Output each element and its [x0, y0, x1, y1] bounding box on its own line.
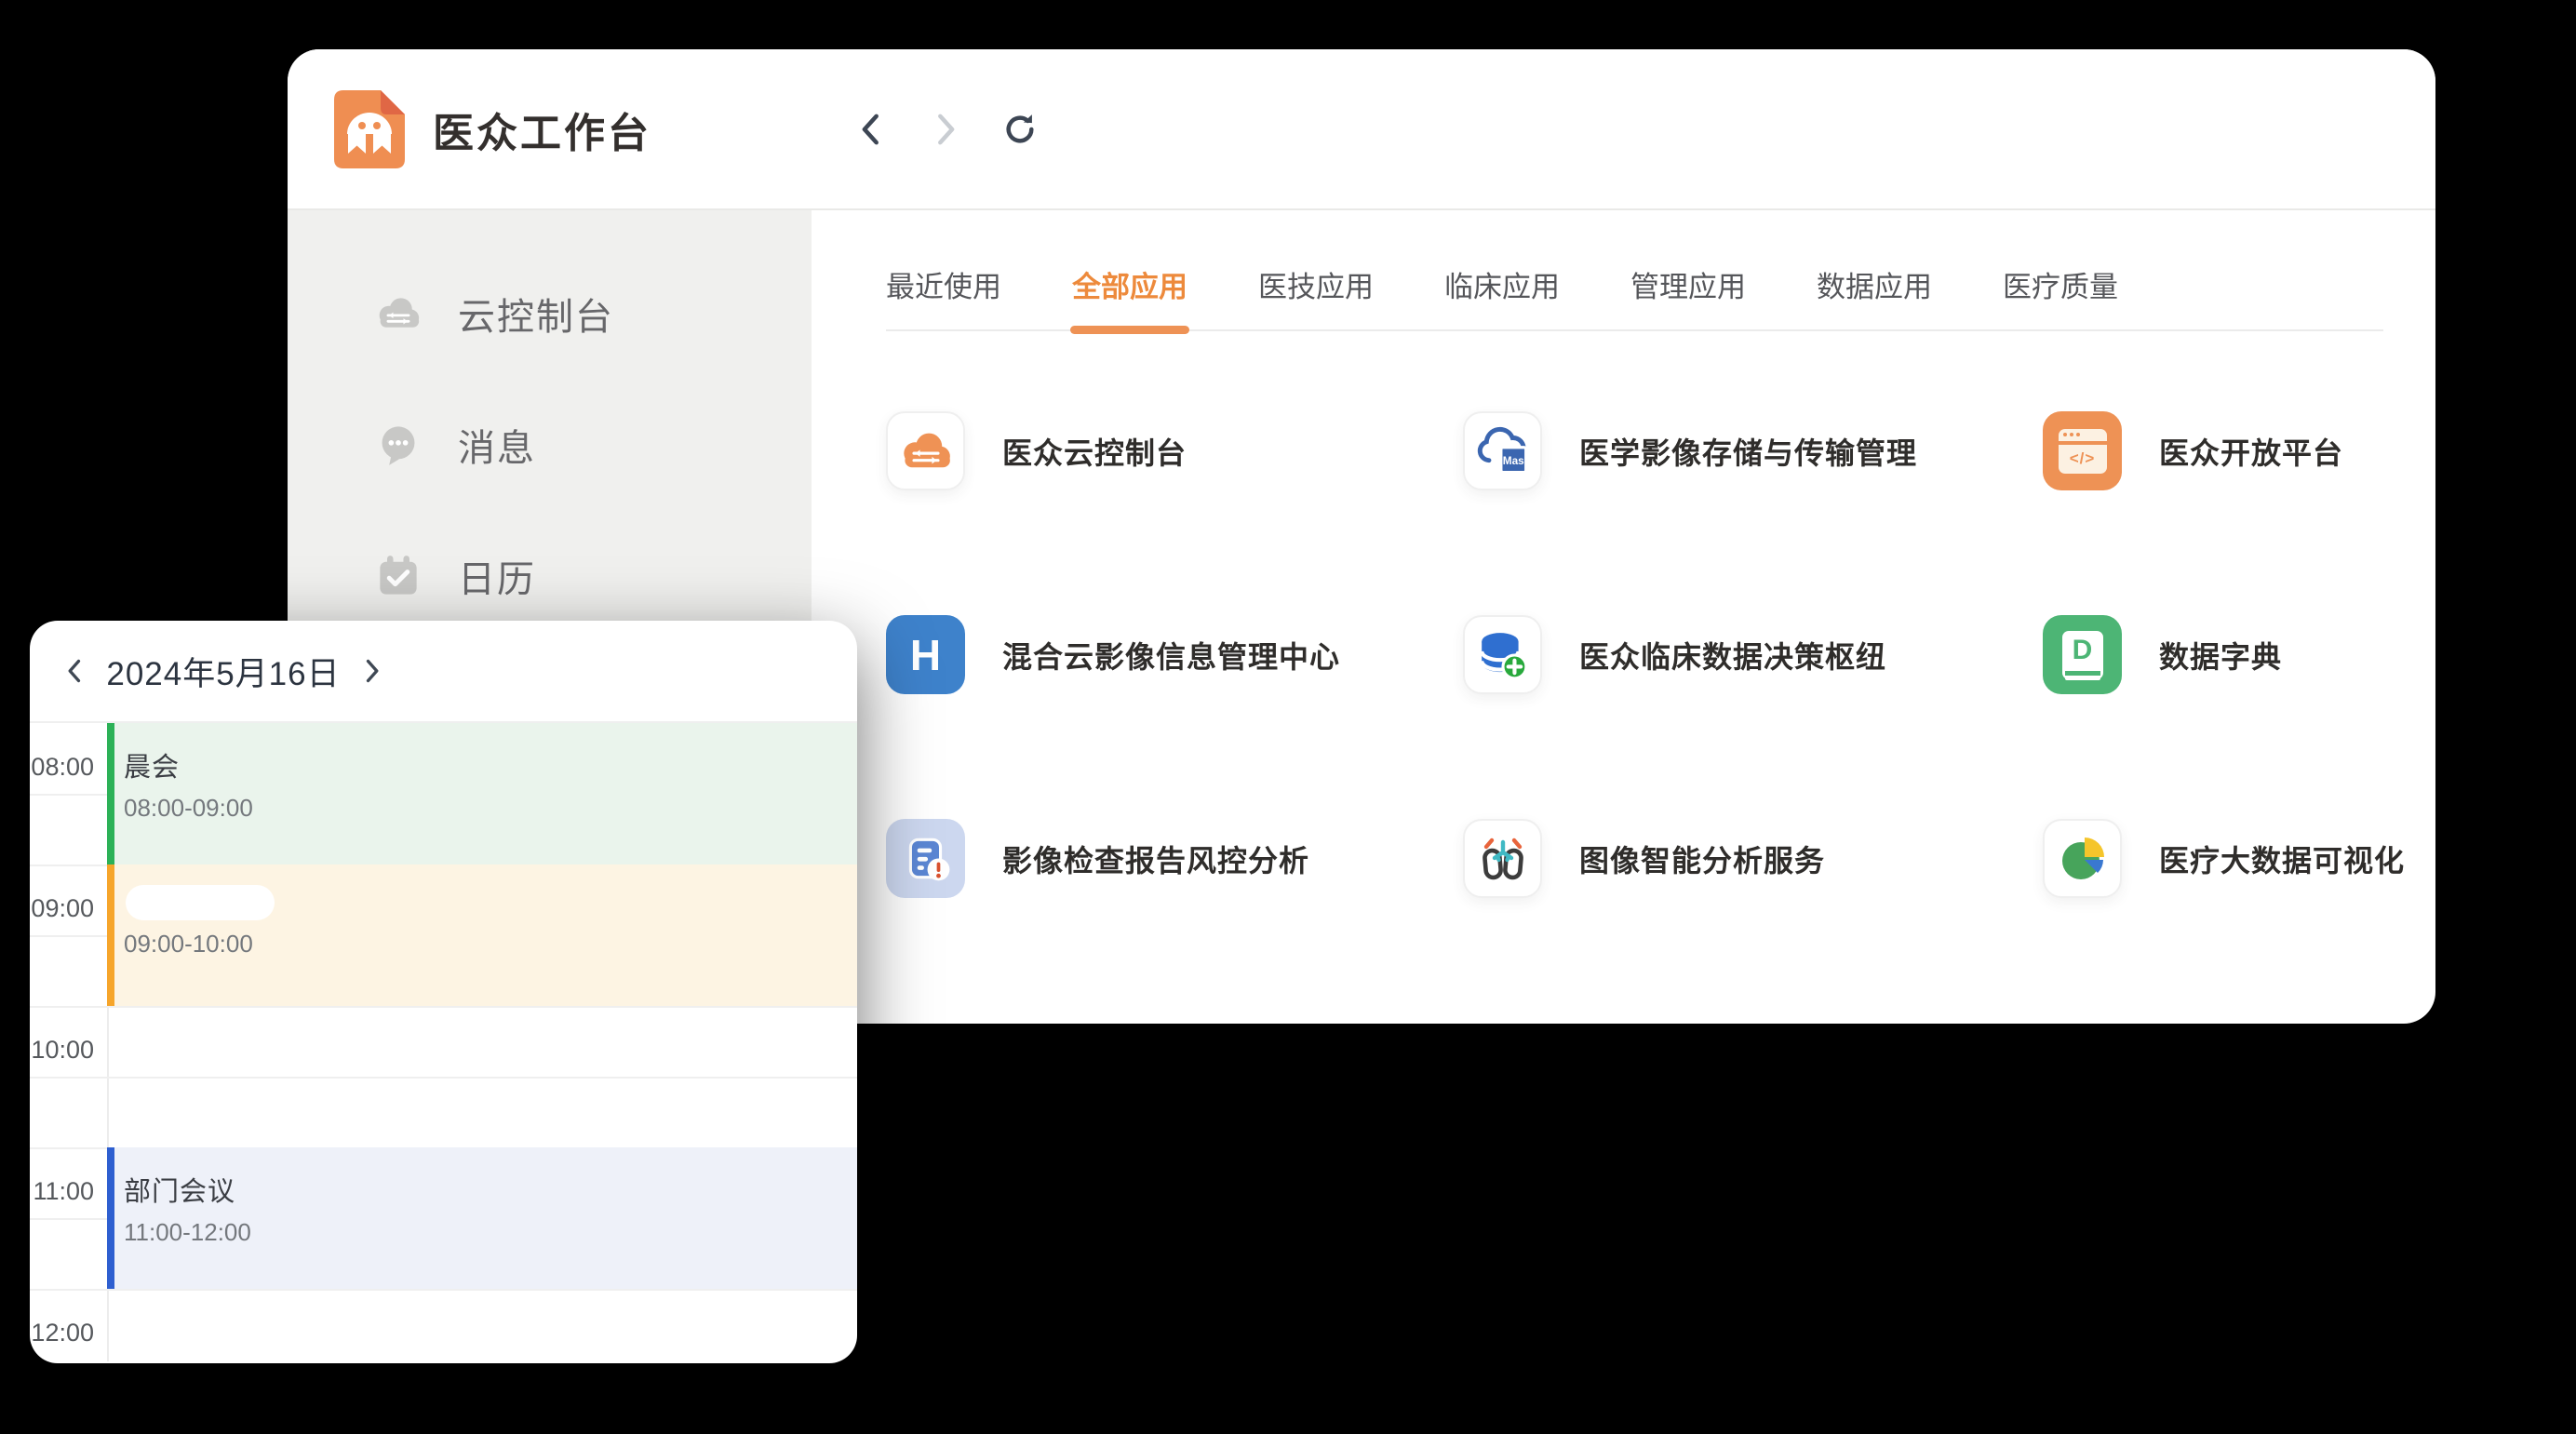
back-button[interactable] [850, 108, 892, 151]
calendar-body: 08:00 09:00 10:00 11:00 12:00 晨会 08:00-0… [30, 723, 857, 1361]
app-item-report-risk[interactable]: 影像检查报告风控分析 [886, 819, 1463, 898]
tab-data-apps[interactable]: 数据应用 [1817, 263, 1932, 329]
tab-bar: 最近使用 全部应用 医技应用 临床应用 管理应用 数据应用 医疗质量 [886, 210, 2383, 331]
chevron-left-icon [855, 111, 887, 148]
calendar-next-day-button[interactable] [350, 650, 393, 692]
calendar-event-redacted[interactable]: 09:00-10:00 [107, 864, 857, 1006]
forward-button[interactable] [924, 108, 967, 151]
event-time: 11:00-12:00 [124, 1218, 857, 1247]
window-header: 医众工作台 [288, 49, 2435, 210]
calendar-event-department-meeting[interactable]: 部门会议 11:00-12:00 [107, 1147, 857, 1289]
cloud-console-icon [900, 431, 952, 472]
lungs-analysis-icon [1477, 833, 1529, 885]
app-item-data-dictionary[interactable]: D 数据字典 [2043, 615, 2405, 694]
sidebar-item-cloud-console[interactable]: 云控制台 [288, 248, 812, 379]
message-icon [376, 422, 421, 467]
app-label: 数据字典 [2159, 634, 2282, 677]
data-dictionary-icon: D [2043, 615, 2122, 694]
time-label: 08:00 [30, 753, 94, 782]
time-label: 12:00 [30, 1319, 94, 1347]
event-time: 08:00-09:00 [124, 794, 857, 823]
window-title: 医众工作台 [433, 100, 654, 159]
nav-group [850, 108, 1041, 151]
tab-clinical-apps[interactable]: 临床应用 [1444, 263, 1560, 329]
app-label: 影像检查报告风控分析 [1002, 838, 1309, 880]
app-item-clinical-data-hub[interactable]: 医众临床数据决策枢纽 [1463, 615, 2043, 694]
app-label: 医众开放平台 [2159, 430, 2343, 473]
cloud-storage-icon: Mas [1476, 426, 1530, 476]
sidebar-item-messages[interactable]: 消息 [288, 379, 812, 510]
chevron-left-icon [62, 655, 88, 687]
tab-medtech-apps[interactable]: 医技应用 [1258, 263, 1374, 329]
sidebar-item-label: 消息 [458, 418, 536, 472]
content-area: 最近使用 全部应用 医技应用 临床应用 管理应用 数据应用 医疗质量 [812, 210, 2435, 1022]
clinical-database-icon [1477, 629, 1529, 681]
hybrid-cloud-icon: H [886, 615, 965, 694]
tab-all-apps[interactable]: 全部应用 [1072, 263, 1187, 329]
chevron-right-icon [930, 111, 961, 148]
time-label: 09:00 [30, 894, 94, 923]
report-risk-icon [900, 833, 952, 885]
redacted-event-title [126, 885, 275, 920]
calendar-prev-day-button[interactable] [54, 650, 97, 692]
app-item-open-platform[interactable]: </> 医众开放平台 [2043, 411, 2405, 490]
grid-line [30, 1077, 857, 1079]
open-platform-icon: </> [2043, 411, 2122, 490]
app-label: 图像智能分析服务 [1579, 838, 1825, 880]
refresh-icon [1000, 110, 1040, 149]
grid-line [30, 1289, 857, 1291]
tab-management-apps[interactable]: 管理应用 [1630, 263, 1746, 329]
pie-chart-icon [2057, 833, 2109, 885]
refresh-button[interactable] [999, 108, 1041, 151]
grid-line [30, 1006, 857, 1008]
app-label: 医疗大数据可视化 [2159, 838, 2405, 880]
event-time: 09:00-10:00 [124, 930, 857, 958]
app-label: 医众云控制台 [1002, 430, 1187, 473]
calendar-panel: 2024年5月16日 08:00 09:00 10:00 11:00 12:00… [30, 621, 857, 1363]
cloud-settings-icon [376, 291, 421, 336]
time-label: 10:00 [30, 1036, 94, 1065]
calendar-icon [376, 554, 421, 598]
app-label: 医学影像存储与传输管理 [1579, 430, 1917, 473]
app-item-image-ai-analysis[interactable]: 图像智能分析服务 [1463, 819, 2043, 898]
app-logo-icon [334, 90, 405, 168]
sidebar-item-label: 云控制台 [458, 287, 614, 341]
app-item-hybrid-cloud-center[interactable]: H 混合云影像信息管理中心 [886, 615, 1463, 694]
tab-recent[interactable]: 最近使用 [886, 263, 1001, 329]
app-item-bigdata-visualization[interactable]: 医疗大数据可视化 [2043, 819, 2405, 898]
event-title: 晨会 [124, 745, 857, 784]
calendar-header: 2024年5月16日 [30, 621, 857, 723]
time-label: 11:00 [30, 1177, 94, 1206]
tab-medical-quality[interactable]: 医疗质量 [2003, 263, 2118, 329]
app-label: 医众临床数据决策枢纽 [1579, 634, 1886, 677]
chevron-right-icon [358, 655, 384, 687]
svg-text:Mas: Mas [1502, 453, 1523, 466]
calendar-date-label: 2024年5月16日 [97, 648, 350, 695]
app-item-cloud-console[interactable]: 医众云控制台 [886, 411, 1463, 490]
app-grid: 医众云控制台 Mas 医学影像存储与传输管理 [886, 411, 2383, 898]
event-title: 部门会议 [124, 1170, 857, 1209]
app-label: 混合云影像信息管理中心 [1002, 634, 1340, 677]
app-item-image-storage[interactable]: Mas 医学影像存储与传输管理 [1463, 411, 2043, 490]
calendar-event-morning-meeting[interactable]: 晨会 08:00-09:00 [107, 723, 857, 864]
sidebar-item-label: 日历 [458, 549, 536, 603]
